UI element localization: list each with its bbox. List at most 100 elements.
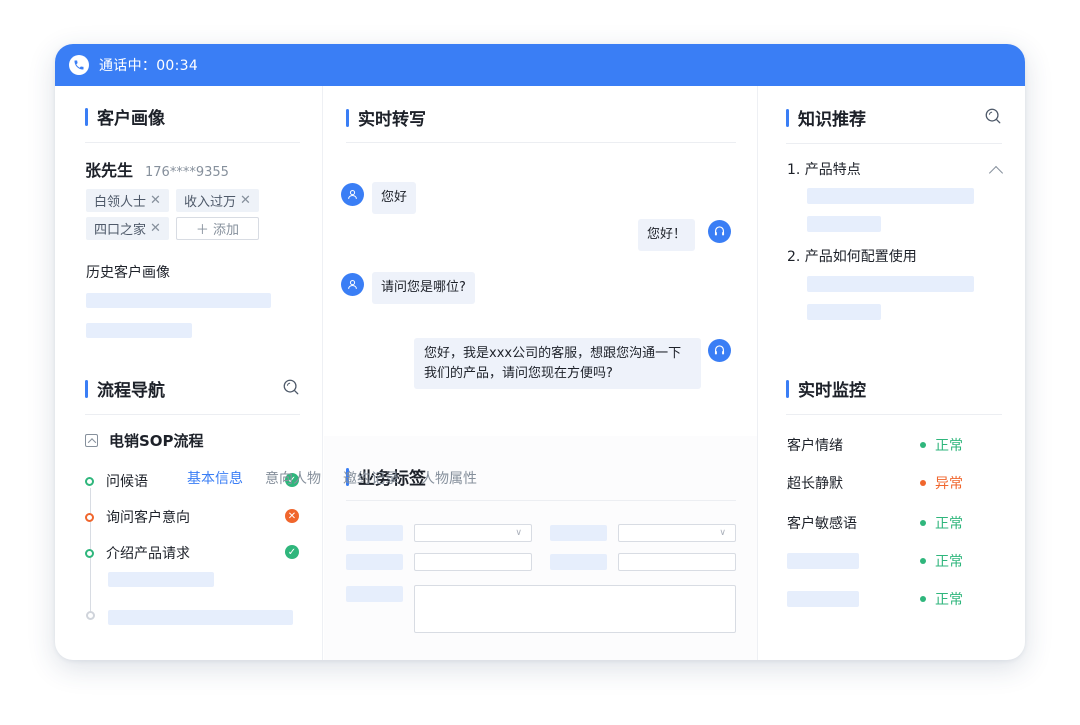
flow-step[interactable]: 问候语 [85, 471, 148, 491]
monitor-title: 实时监控 [786, 376, 866, 401]
textarea-field[interactable] [414, 585, 736, 633]
tag-label: 四口之家 [94, 223, 147, 238]
step-label: 介绍产品请求 [106, 546, 190, 562]
divider [346, 142, 736, 143]
step-label: 询问客户意向 [106, 510, 190, 526]
chat-bubble-customer: 您好 [372, 182, 417, 214]
bubble-line: 您好，我是xxx公司的客服，想跟您沟通一下 [424, 346, 682, 361]
knowledge-placeholder [807, 188, 974, 204]
section-marker [346, 108, 349, 127]
customer-name: 张先生 [85, 161, 134, 180]
customer-tag: 白领人士 ✕ [86, 189, 169, 212]
add-tag-button[interactable]: ＋ 添加 [176, 217, 259, 240]
field-label-placeholder [550, 525, 607, 541]
search-icon[interactable] [282, 378, 300, 396]
select-field[interactable]: ∨ [618, 524, 736, 542]
knowledge-title: 知识推荐 [786, 105, 866, 130]
chevron-down-icon: ∨ [719, 528, 726, 538]
call-timer: 通话中：00:34 [99, 58, 199, 74]
step-dot [85, 512, 94, 522]
history-profile-label: 历史客户画像 [86, 265, 170, 281]
remove-tag-icon[interactable]: ✕ [150, 193, 161, 208]
flow-step[interactable]: 介绍产品请求 [85, 543, 190, 563]
flow-name: 电销SOP流程 [109, 432, 204, 450]
step-detail-placeholder [108, 572, 214, 587]
monitor-label-placeholder [787, 553, 859, 569]
divider [85, 414, 300, 415]
customer-avatar-icon [341, 183, 364, 206]
step-dot [85, 476, 94, 486]
monitor-status: 正常 [920, 435, 963, 455]
section-title-text: 流程导航 [97, 381, 165, 401]
remove-tag-icon[interactable]: ✕ [240, 193, 251, 208]
customer-tag: 四口之家 ✕ [86, 217, 169, 240]
customer-identity: 张先生 176****9355 [85, 157, 229, 181]
chat-bubble-customer: 请问您是哪位? [372, 272, 475, 304]
knowledge-item[interactable]: 2. 产品如何配置使用 [787, 246, 917, 266]
step-label: 问候语 [106, 474, 148, 490]
knowledge-item[interactable]: 1. 产品特点 [787, 159, 861, 179]
section-title-text: 客户画像 [97, 109, 165, 129]
section-title-text: 知识推荐 [798, 110, 866, 130]
chat-bubble-agent: 您好！ [638, 219, 696, 251]
customer-tag: 收入过万 ✕ [176, 189, 259, 212]
divider [85, 142, 300, 143]
bubble-line: 我们的产品，请问您现在方便吗? [424, 366, 613, 381]
tab-person-attributes[interactable]: 人物属性 [421, 468, 477, 488]
section-marker [786, 379, 789, 398]
knowledge-placeholder [807, 304, 881, 320]
divider [786, 414, 1002, 415]
customer-avatar-icon [341, 273, 364, 296]
flow-step[interactable]: 询问客户意向 [85, 507, 190, 527]
monitor-status: 正常 [920, 513, 963, 533]
customer-profile-title: 客户画像 [85, 104, 165, 129]
phone-icon [69, 55, 89, 75]
monitor-label: 客户情绪 [787, 438, 843, 454]
business-tabs: 基本信息 意向人物 邀约记录 人物属性 [187, 468, 499, 488]
tag-label: 收入过万 [184, 195, 237, 210]
headset-icon [708, 339, 731, 362]
error-icon: ✕ [285, 509, 299, 523]
text-field[interactable] [414, 553, 532, 571]
status-dot [920, 596, 926, 602]
knowledge-placeholder [807, 216, 881, 232]
monitor-status: 正常 [920, 589, 963, 609]
monitor-label-placeholder [787, 591, 859, 607]
tab-invite-record[interactable]: 邀约记录 [343, 468, 399, 488]
search-icon[interactable] [984, 107, 1002, 125]
chat-bubble-agent: 您好，我是xxx公司的客服，想跟您沟通一下 我们的产品，请问您现在方便吗? [414, 338, 701, 389]
customer-phone: 176****9355 [145, 165, 229, 180]
history-placeholder [86, 323, 192, 338]
transcript-title: 实时转写 [346, 105, 426, 130]
status-text: 正常 [935, 554, 963, 570]
status-dot [920, 442, 926, 448]
tab-basic-info[interactable]: 基本信息 [187, 468, 243, 488]
section-marker [85, 379, 88, 398]
status-text: 正常 [935, 516, 963, 532]
knowledge-placeholder [807, 276, 974, 292]
remove-tag-icon[interactable]: ✕ [150, 221, 161, 236]
check-icon: ✓ [285, 545, 299, 559]
divider [346, 500, 736, 501]
step-dot [85, 548, 94, 558]
section-marker [786, 108, 789, 127]
status-dot [920, 558, 926, 564]
status-dot [920, 520, 926, 526]
step-placeholder [108, 610, 293, 625]
collapse-icon[interactable] [85, 434, 98, 447]
field-label-placeholder [550, 554, 607, 570]
history-placeholder [86, 293, 271, 308]
divider [786, 143, 1002, 144]
select-field[interactable]: ∨ [414, 524, 532, 542]
tab-intent-person[interactable]: 意向人物 [265, 468, 321, 488]
status-text: 异常 [935, 476, 963, 492]
status-text: 正常 [935, 592, 963, 608]
field-label-placeholder [346, 554, 403, 570]
monitor-status: 正常 [920, 551, 963, 571]
step-dot [86, 611, 95, 620]
sop-flow-header[interactable]: 电销SOP流程 [85, 430, 204, 451]
status-text: 正常 [935, 438, 963, 454]
call-assistant-window: 通话中：00:34 客户画像 张先生 176****9355 白领人士 ✕ 收入… [55, 44, 1025, 660]
text-field[interactable] [618, 553, 736, 571]
chevron-down-icon: ∨ [515, 528, 522, 538]
